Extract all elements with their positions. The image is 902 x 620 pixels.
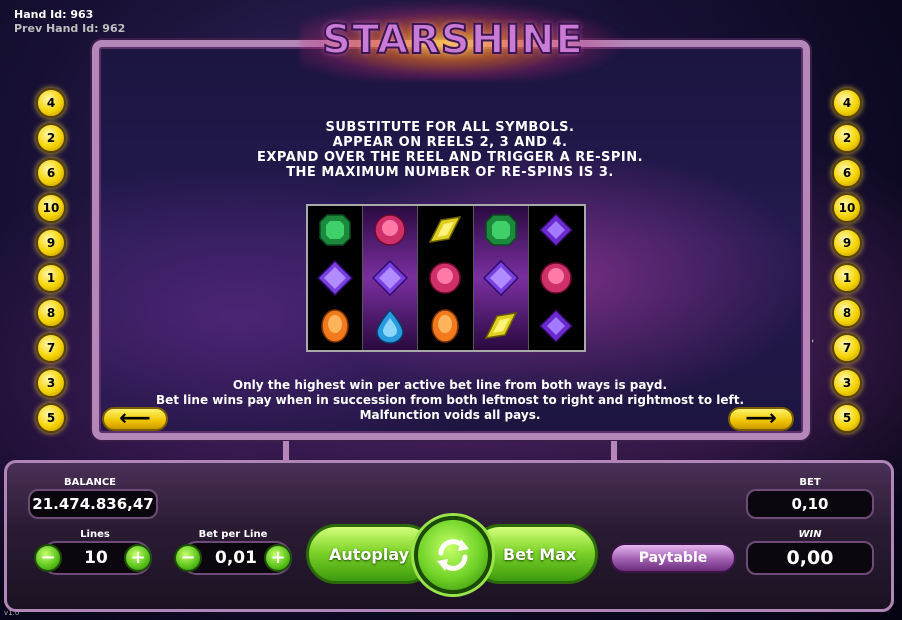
blue-drop-icon	[363, 302, 417, 350]
starburst-icon	[308, 254, 362, 302]
lines-decrease-button[interactable]: −	[34, 544, 62, 572]
game-logo: STARSHINE	[321, 16, 584, 64]
line-marker[interactable]: 1	[36, 263, 66, 293]
line-marker[interactable]: 2	[36, 123, 66, 153]
line-markers-right: 4 2 6 10 9 1 8 7 3 5	[832, 88, 864, 433]
bet-max-label: Bet Max	[503, 544, 577, 564]
paytable-label: Paytable	[638, 550, 708, 566]
line-marker[interactable]: 6	[36, 158, 66, 188]
line-marker[interactable]: 3	[36, 368, 66, 398]
line-markers-left: 4 2 6 10 9 1 8 7 3 5	[36, 88, 68, 433]
plus-icon: +	[270, 547, 286, 568]
rule-line: Bet line wins pay when in succession fro…	[155, 393, 745, 407]
line-marker[interactable]: 5	[36, 403, 66, 433]
purple-square-icon	[529, 302, 584, 350]
starburst-icon	[363, 254, 417, 302]
prev-hand-id: Prev Hand Id: 962	[14, 22, 126, 35]
win-value: 0,00	[746, 541, 874, 575]
reel	[473, 206, 529, 350]
line-marker[interactable]: 1	[832, 263, 862, 293]
ruby-round-icon	[529, 254, 584, 302]
line-marker[interactable]: 2	[832, 123, 862, 153]
description-line: APPEAR ON REELS 2, 3 AND 4.	[332, 135, 568, 150]
prev-page-button[interactable]: ⟵	[102, 407, 168, 431]
description-line: SUBSTITUTE FOR ALL SYMBOLS.	[325, 120, 575, 135]
ruby-round-icon	[418, 254, 472, 302]
line-marker[interactable]: 9	[832, 228, 862, 258]
bet-per-line-increase-button[interactable]: +	[264, 544, 292, 572]
paytable-rules: Only the highest win per active bet line…	[150, 378, 750, 423]
lines-increase-button[interactable]: +	[124, 544, 152, 572]
reel-example-grid	[306, 204, 586, 352]
orange-oval-icon	[418, 302, 472, 350]
win-label: WIN	[798, 529, 822, 540]
wild-description: SUBSTITUTE FOR ALL SYMBOLS. APPEAR ON RE…	[230, 120, 670, 180]
bet-label: BET	[799, 477, 821, 488]
paytable-button[interactable]: Paytable	[610, 543, 736, 573]
line-marker[interactable]: 3	[832, 368, 862, 398]
reel	[418, 206, 474, 350]
minus-icon: −	[40, 547, 56, 568]
reel	[529, 206, 584, 350]
line-marker[interactable]: 4	[36, 88, 66, 118]
plus-icon: +	[130, 547, 146, 568]
yellow-marquise-icon	[474, 302, 528, 350]
purple-square-icon	[529, 206, 584, 254]
rule-line: Malfunction voids all pays.	[359, 408, 541, 422]
reel	[363, 206, 419, 350]
lines-label: Lines	[80, 529, 110, 540]
line-marker[interactable]: 8	[832, 298, 862, 328]
yellow-marquise-icon	[418, 206, 472, 254]
reel	[308, 206, 364, 350]
emerald-icon	[474, 206, 528, 254]
balance-value: 21.474.836,47	[28, 489, 158, 519]
bet-per-line-decrease-button[interactable]: −	[174, 544, 202, 572]
balance-label: BALANCE	[63, 477, 116, 488]
version-label: v1.0	[4, 609, 20, 617]
bet-per-line-label: Bet per Line	[198, 529, 268, 540]
line-marker[interactable]: 8	[36, 298, 66, 328]
hand-id: Hand Id: 963	[14, 8, 94, 21]
bet-value: 0,10	[746, 489, 874, 519]
line-marker[interactable]: 6	[832, 158, 862, 188]
description-line: EXPAND OVER THE REEL AND TRIGGER A RE-SP…	[256, 150, 644, 165]
arrow-right-icon: ⟶	[745, 406, 777, 431]
line-marker[interactable]: 7	[832, 333, 862, 363]
minus-icon: −	[180, 547, 196, 568]
autoplay-label: Autoplay	[329, 544, 410, 564]
starburst-icon	[474, 254, 528, 302]
description-line: THE MAXIMUM NUMBER OF RE-SPINS IS 3.	[286, 165, 614, 180]
arrow-left-icon: ⟵	[119, 406, 151, 431]
line-marker[interactable]: 7	[36, 333, 66, 363]
line-marker[interactable]: 10	[36, 193, 66, 223]
next-page-button[interactable]: ⟶	[728, 407, 794, 431]
emerald-icon	[308, 206, 362, 254]
line-marker[interactable]: 5	[832, 403, 862, 433]
refresh-arrows-icon	[437, 539, 469, 571]
line-marker[interactable]: 4	[832, 88, 862, 118]
spin-button[interactable]	[414, 516, 492, 594]
line-marker[interactable]: 9	[36, 228, 66, 258]
orange-oval-icon	[308, 302, 362, 350]
rule-line: Only the highest win per active bet line…	[232, 378, 668, 392]
hand-info: Hand Id: 963 Prev Hand Id: 962	[14, 8, 125, 36]
ruby-round-icon	[363, 206, 417, 254]
line-marker[interactable]: 10	[832, 193, 862, 223]
